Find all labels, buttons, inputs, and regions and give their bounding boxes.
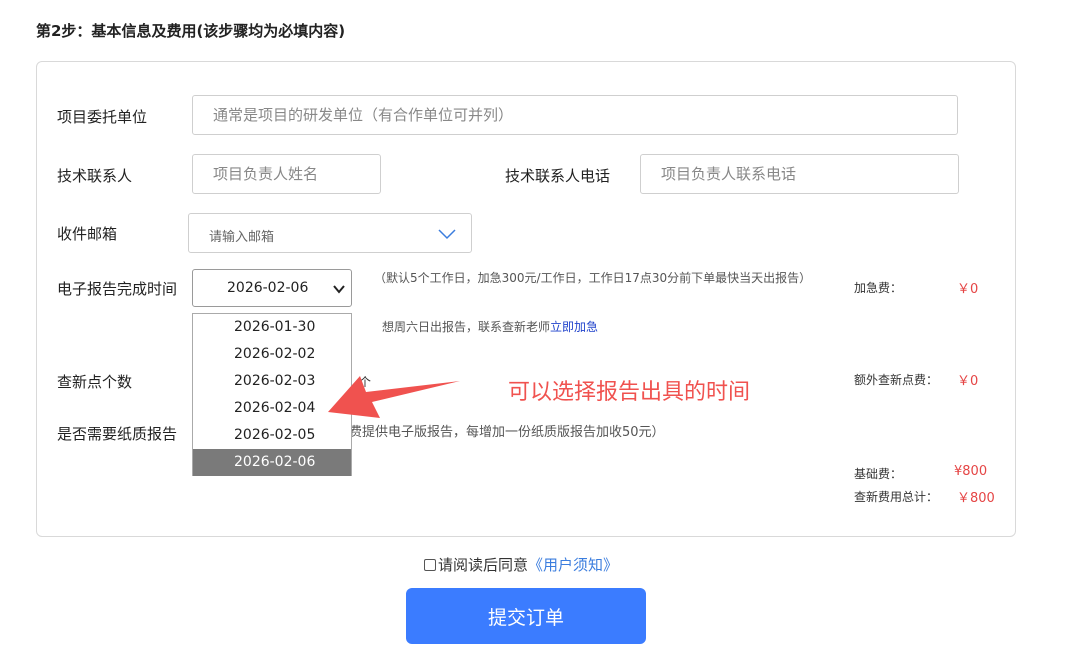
urgent-fee-value: ￥0 <box>957 282 979 297</box>
order-page: 第2步：基本信息及费用(该步骤均为必填内容) 项目委托单位 技术联系人 技术联系… <box>0 0 1084 661</box>
date-option[interactable]: 2026-02-05 <box>193 422 351 449</box>
urgent-link[interactable]: 立即加急 <box>550 320 598 334</box>
user-notice-link[interactable]: 《用户须知》 <box>528 554 618 575</box>
date-option[interactable]: 2026-02-04 <box>193 395 351 422</box>
agree-row[interactable]: 请阅读后同意 《用户须知》 <box>424 554 618 575</box>
report-time-dropdown[interactable]: 2026-01-30 2026-02-02 2026-02-03 2026-02… <box>192 313 352 476</box>
date-option[interactable]: 2026-02-02 <box>193 341 351 368</box>
contact-input[interactable] <box>192 154 381 194</box>
date-option[interactable]: 2026-01-30 <box>193 314 351 341</box>
step-title: 第2步：基本信息及费用(该步骤均为必填内容) <box>36 22 346 40</box>
submit-order-button[interactable]: 提交订单 <box>406 588 646 644</box>
agree-checkbox[interactable] <box>424 558 436 571</box>
weekend-note: 想周六日出报告，联系查新老师立即加急 <box>382 317 598 338</box>
email-label: 收件邮箱 <box>57 225 118 243</box>
paper-note: 费提供电子版报告，每增加一份纸质版报告加收50元） <box>349 425 665 440</box>
date-option[interactable]: 2026-02-03 <box>193 368 351 395</box>
extra-points-fee-label: 额外查新点费： <box>854 373 939 387</box>
client-input[interactable] <box>192 95 958 135</box>
phone-label: 技术联系人电话 <box>505 167 611 185</box>
report-time-note: （默认5个工作日，加急300元/工作日，工作日17点30分前下单最快当天出报告） <box>374 271 812 285</box>
email-placeholder: 请输入邮箱 <box>209 230 275 245</box>
chevron-down-icon <box>333 285 345 294</box>
agree-text: 请阅读后同意 <box>438 556 529 574</box>
points-label: 查新点个数 <box>57 373 133 391</box>
weekend-note-text: 想周六日出报告，联系查新老师 <box>382 320 551 334</box>
base-fee-label: 基础费： <box>854 467 903 481</box>
chevron-down-icon <box>438 229 456 240</box>
annotation-text: 可以选择报告出具的时间 <box>508 380 751 405</box>
email-select[interactable]: 请输入邮箱 <box>188 213 472 253</box>
report-time-select[interactable]: 2026-02-06 <box>192 269 352 307</box>
urgent-fee-label: 加急费： <box>854 281 903 295</box>
total-fee-value: ￥800 <box>957 491 995 506</box>
client-label: 项目委托单位 <box>57 108 148 126</box>
extra-points-fee-value: ￥0 <box>957 374 979 389</box>
phone-input[interactable] <box>640 154 959 194</box>
base-fee-value: ¥800 <box>954 464 988 479</box>
paper-label: 是否需要纸质报告 <box>57 425 178 443</box>
contact-label: 技术联系人 <box>57 167 133 185</box>
total-fee-label: 查新费用总计： <box>854 490 939 504</box>
date-option-selected[interactable]: 2026-02-06 <box>193 449 351 476</box>
report-time-label: 电子报告完成时间 <box>57 280 178 298</box>
points-unit: 个 <box>359 375 372 389</box>
report-time-value: 2026-02-06 <box>227 280 309 296</box>
basic-info-card: 项目委托单位 技术联系人 技术联系人电话 收件邮箱 请输入邮箱 电子报告完成时间… <box>36 61 1016 537</box>
